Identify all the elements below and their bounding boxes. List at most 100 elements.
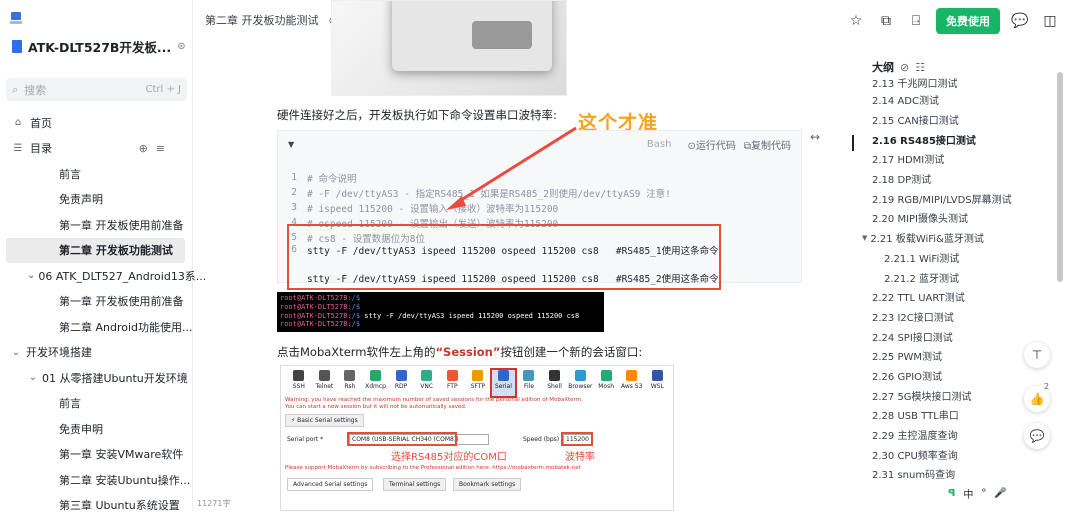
sidebar-item-label: 第一章 开发板使用前准备	[59, 293, 184, 309]
sidebar-item[interactable]: 前言	[0, 391, 193, 417]
export-icon[interactable]: ⍈	[906, 11, 926, 31]
outline-item-label: 2.31 snum码查询	[872, 466, 955, 481]
moba-tool-rdp: RDP	[389, 370, 413, 396]
sidebar-item[interactable]: 第三章 Ubuntu系统设置	[0, 493, 193, 518]
sidebar-nav: ⌂首页 ☰目录 ⊕ ≡ 前言 免责声明 第一章 开发板使用前准备 第二章 开发板…	[0, 110, 193, 518]
moba-tool-label: Shell	[547, 383, 562, 390]
terminal-output: root@ATK-DLT527B:/$ root@ATK-DLT527B:/$ …	[277, 292, 604, 332]
doc-settings-icon[interactable]: ⊙	[177, 41, 185, 52]
sidebar-item[interactable]: 第一章 开发板使用前准备	[0, 289, 193, 315]
outline-level-icon[interactable]: ☷	[915, 61, 925, 74]
moba-warning: Warning: you have reached the maximum nu…	[281, 396, 673, 412]
port-note: 选择RS485对应的COM口	[391, 448, 507, 463]
outline-item[interactable]: ▼2.21 板载WiFi&蓝牙测试	[862, 228, 1040, 248]
serial-port-image	[472, 21, 532, 49]
collapse-triangle-icon[interactable]: ▼	[288, 140, 294, 149]
sidebar-item[interactable]: 第一章 安装VMware软件	[0, 442, 193, 468]
outline-item[interactable]: 2.25 PWM测试	[862, 346, 1040, 366]
back-to-top-button[interactable]: ⊤	[1024, 342, 1050, 368]
code-language[interactable]: Bash	[647, 139, 672, 150]
app-logo-icon[interactable]	[9, 10, 23, 24]
sidebar-home[interactable]: ⌂首页	[0, 110, 193, 136]
outline-item[interactable]: 2.15 CAN接口测试	[862, 110, 1040, 130]
outline-item[interactable]: 2.23 I2C接口测试	[862, 307, 1040, 327]
ime-lang[interactable]: 中	[963, 486, 973, 501]
code-line: 1# 命令说明	[277, 170, 356, 185]
expand-icon[interactable]: ↔	[810, 130, 820, 144]
chevron-down-icon[interactable]: ⌄	[10, 347, 22, 358]
ime-mic-icon[interactable]: 🎤	[994, 488, 1006, 499]
sidebar-item-active[interactable]: 第二章 开发板功能测试	[6, 238, 185, 264]
code-line: 3# ispeed 115200 - 设置输入（接收）波特率为115200	[277, 200, 558, 215]
ime-logo-icon[interactable]: ꟼ	[948, 488, 955, 499]
copy-code-button[interactable]: ⧉复制代码	[744, 137, 791, 152]
locate-icon[interactable]: ⊕	[139, 142, 148, 155]
outline-item[interactable]: 2.17 HDMI测试	[862, 149, 1040, 169]
outline-item[interactable]: 2.21.1 WiFi测试	[862, 248, 1040, 268]
outline-item[interactable]: 2.27 5G模块接口测试	[862, 385, 1040, 405]
sidebar-item[interactable]: 第二章 Android功能使用...	[0, 314, 193, 340]
copy-icon[interactable]: ⧉	[876, 11, 896, 31]
sidebar-item[interactable]: 免责申明	[0, 416, 193, 442]
collapse-all-icon[interactable]: ≡	[156, 142, 165, 155]
sidebar-item[interactable]: 第二章 安装Ubuntu操作...	[0, 467, 193, 493]
search-input[interactable]: ⌕ 搜索 Ctrl + J	[6, 78, 187, 101]
outline-item[interactable]: 2.18 DP测试	[862, 169, 1040, 189]
panel-toggle-icon[interactable]: ◫	[1040, 11, 1060, 31]
moba-tool-label: RDP	[395, 383, 407, 390]
outline-item[interactable]: 2.14 ADC测试	[862, 90, 1040, 110]
outline-list: 2.13 千兆网口测试2.14 ADC测试2.15 CAN接口测试2.16 RS…	[862, 78, 1040, 484]
doc-title-text: ATK-DLT527B开发板...	[28, 37, 171, 56]
comment-button[interactable]: 💬	[1024, 423, 1050, 449]
run-code-label: 运行代码	[696, 141, 736, 152]
outline-item[interactable]: 2.26 GPIO测试	[862, 366, 1040, 386]
free-use-button[interactable]: 免费使用	[936, 8, 1000, 34]
outline-item-label: 2.24 SPI接口测试	[872, 329, 953, 344]
doc-title[interactable]: ATK-DLT527B开发板... ⊙	[12, 37, 186, 56]
breadcrumb-title[interactable]: 第二章 开发板功能测试	[205, 12, 319, 28]
chevron-down-icon[interactable]: ⌄	[27, 270, 35, 281]
moba-tool-file: File	[517, 370, 541, 396]
outline-expand-icon[interactable]: ▼	[862, 234, 867, 242]
moba-tool-label: Aws S3	[621, 383, 642, 390]
sidebar-item[interactable]: ⌄06 ATK_DLT527_Android13系...	[0, 263, 193, 289]
outline-item[interactable]: 2.13 千兆网口测试	[862, 78, 1040, 90]
outline-item[interactable]: 2.19 RGB/MIPI/LVDS屏幕测试	[862, 188, 1040, 208]
outline-hide-icon[interactable]: ⊘	[900, 61, 909, 74]
sidebar-item[interactable]: 免责声明	[0, 187, 193, 213]
outline-item[interactable]: 2.29 主控温度查询	[862, 425, 1040, 445]
book-icon	[12, 40, 22, 53]
outline-item-label: 2.27 5G模块接口测试	[872, 388, 972, 403]
speed-note: 波特率	[565, 448, 595, 463]
outline-item[interactable]: 2.21.2 蓝牙测试	[862, 267, 1040, 287]
moba-tool-label: Browser	[568, 383, 592, 390]
outline-item-label: 2.29 主控温度查询	[872, 427, 957, 442]
outline-item[interactable]: 2.22 TTL UART测试	[862, 287, 1040, 307]
comment-icon[interactable]: 💬	[1010, 11, 1030, 31]
moba-tool-label: FTP	[447, 383, 458, 390]
scrollbar[interactable]	[1057, 72, 1063, 282]
para2-post: 按钮创建一个新的会话窗口:	[500, 345, 642, 359]
outline-item[interactable]: 2.31 snum码查询	[862, 464, 1040, 484]
run-code-button[interactable]: ⊙运行代码	[687, 137, 735, 152]
sidebar-toc[interactable]: ☰目录 ⊕ ≡	[0, 136, 193, 162]
outline-item-label: 2.21 板载WiFi&蓝牙测试	[870, 230, 984, 245]
sidebar-item[interactable]: ⌄开发环境搭建	[0, 340, 193, 366]
sidebar-item[interactable]: 前言	[0, 161, 193, 187]
outline-item[interactable]: 2.20 MIPI摄像头测试	[862, 208, 1040, 228]
moba-port-label: Serial port *	[287, 436, 323, 443]
sidebar-item-label: 免责声明	[59, 191, 103, 207]
ime-punct-icon[interactable]: °	[981, 488, 986, 499]
chevron-down-icon[interactable]: ⌄	[27, 372, 39, 383]
moba-tool-label: SSH	[293, 383, 305, 390]
sidebar-item[interactable]: 第一章 开发板使用前准备	[0, 212, 193, 238]
outline-item[interactable]: 2.28 USB TTL串口	[862, 405, 1040, 425]
sidebar-item[interactable]: ⌄01 从零搭建Ubuntu开发环境	[0, 365, 193, 391]
star-icon[interactable]: ☆	[846, 11, 866, 31]
home-icon: ⌂	[12, 117, 24, 128]
outline-item[interactable]: 2.30 CPU频率查询	[862, 444, 1040, 464]
moba-tool-icon	[626, 370, 637, 381]
outline-item[interactable]: 2.16 RS485接口测试	[862, 129, 1040, 149]
outline-item[interactable]: 2.24 SPI接口测试	[862, 326, 1040, 346]
sidebar: ATK-DLT527B开发板... ⊙ ⌕ 搜索 Ctrl + J ⌂首页 ☰目…	[0, 0, 193, 511]
